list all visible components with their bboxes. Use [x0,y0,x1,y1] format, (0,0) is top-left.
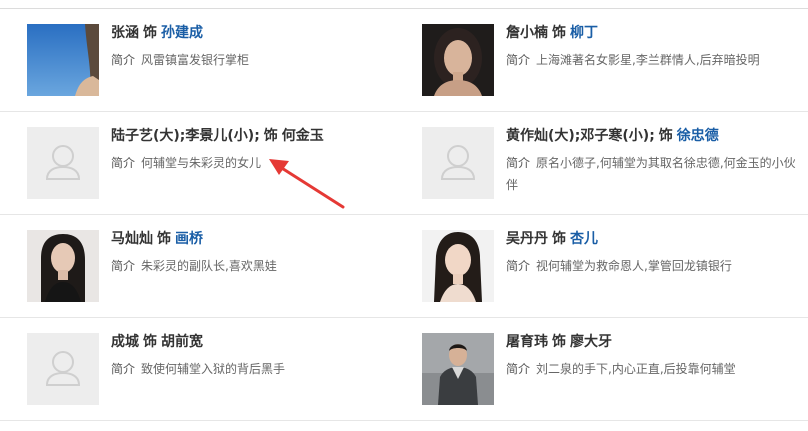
cast-description: 简介 朱彩灵的副队长,喜欢黑娃 [111,259,277,273]
actress-portrait-icon [422,230,494,302]
actor-name[interactable]: 马灿灿 [111,231,153,247]
cast-description: 简介 风雷镇富发银行掌柜 [111,53,250,67]
role-name: 廖大牙 [570,334,612,350]
cast-card: 成城饰胡前宽 简介 致使何辅堂入狱的背后黑手 [27,333,407,407]
cast-card: 马灿灿饰画桥 简介 朱彩灵的副队长,喜欢黑娃 [27,230,407,304]
actor-name[interactable]: 成城 [111,334,139,350]
placeholder-avatar-icon [422,127,494,199]
blue-sky-photo-icon [27,24,99,96]
actor-photo[interactable] [422,333,494,405]
actor-photo[interactable] [422,230,494,302]
cast-description: 简介 致使何辅堂入狱的背后黑手 [111,362,286,376]
cast-card: 吴丹丹饰杏儿 简介 视何辅堂为救命恩人,掌管回龙镇银行 [422,230,802,304]
cast-description: 简介 原名小德子,何辅堂为其取名徐忠德,何金玉的小伙伴 [506,156,796,192]
actor-name[interactable]: 陆子艺(大);李景儿(小); [111,128,260,144]
row-divider [0,111,808,112]
actor-name[interactable]: 屠育玮 [506,334,548,350]
top-divider [0,8,808,9]
cast-description: 简介 刘二泉的手下,内心正直,后投靠何辅堂 [506,362,736,376]
role-link[interactable]: 杏儿 [570,231,598,247]
actor-photo[interactable] [27,230,99,302]
cast-title: 吴丹丹饰杏儿 [506,231,598,247]
row-divider [0,317,808,318]
cast-title: 黄作灿(大);邓子寒(小); 饰徐忠德 [506,128,719,144]
cast-card: 詹小楠饰柳丁 简介 上海滩著名女影星,李兰群情人,后弃暗投明 [422,24,802,98]
actor-photo[interactable] [27,127,99,199]
actor-name[interactable]: 詹小楠 [506,25,548,41]
cast-title: 马灿灿饰画桥 [111,231,203,247]
placeholder-avatar-icon [27,333,99,405]
row-divider [0,420,808,421]
actor-portrait-icon [422,333,494,405]
cast-title: 屠育玮饰廖大牙 [506,334,612,350]
cast-card: 黄作灿(大);邓子寒(小); 饰徐忠德 简介 原名小德子,何辅堂为其取名徐忠德,何金… [422,127,802,201]
actor-name[interactable]: 黄作灿(大);邓子寒(小); [506,128,655,144]
placeholder-avatar-icon [27,127,99,199]
actor-name[interactable]: 张涵 [111,25,139,41]
row-divider [0,214,808,215]
cast-card: 屠育玮饰廖大牙 简介 刘二泉的手下,内心正直,后投靠何辅堂 [422,333,802,407]
cast-title: 詹小楠饰柳丁 [506,25,598,41]
cast-card: 张涵饰孙建成 简介 风雷镇富发银行掌柜 [27,24,407,98]
cast-description: 简介 视何辅堂为救命恩人,掌管回龙镇银行 [506,259,732,273]
actor-photo[interactable] [422,24,494,96]
actor-name[interactable]: 吴丹丹 [506,231,548,247]
role-name: 胡前宽 [161,334,203,350]
cast-title: 张涵饰孙建成 [111,25,203,41]
cast-title: 陆子艺(大);李景儿(小); 饰何金玉 [111,128,324,144]
role-link[interactable]: 画桥 [175,231,203,247]
role-link[interactable]: 徐忠德 [677,128,719,144]
role-link[interactable]: 孙建成 [161,25,203,41]
role-name: 何金玉 [281,128,324,144]
cast-description: 简介 上海滩著名女影星,李兰群情人,后弃暗投明 [506,53,760,67]
cast-title: 成城饰胡前宽 [111,334,203,350]
actor-photo[interactable] [27,333,99,405]
role-link[interactable]: 柳丁 [570,25,598,41]
actor-photo[interactable] [27,24,99,96]
actress-portrait-icon [422,24,494,96]
actress-portrait-icon [27,230,99,302]
actor-photo[interactable] [422,127,494,199]
annotation-arrow-icon [269,159,345,209]
